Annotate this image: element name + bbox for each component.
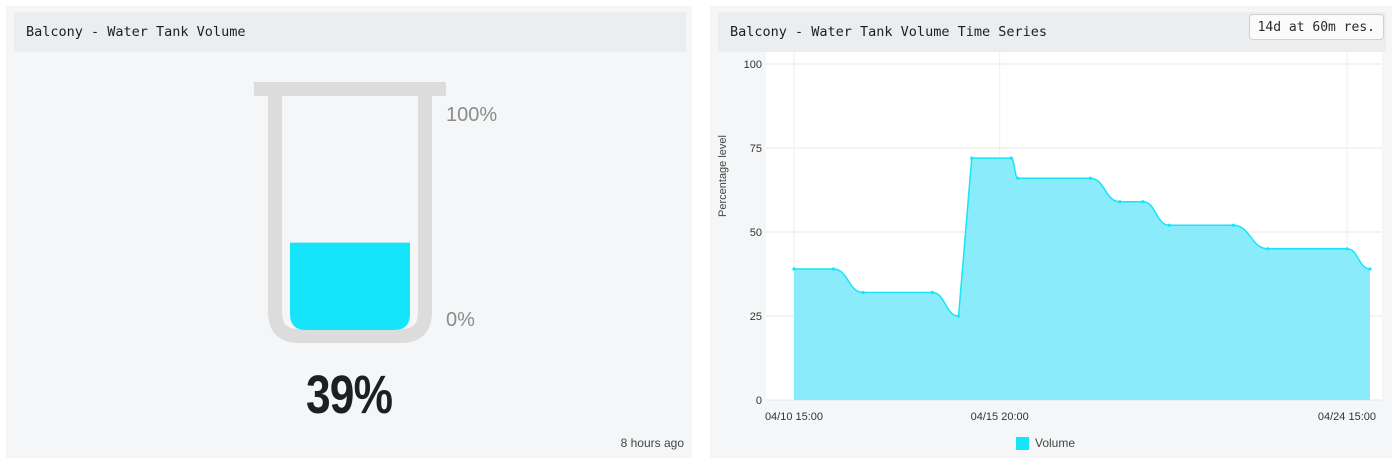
data-point [930,290,934,295]
data-point [1266,247,1270,251]
data-point [970,156,974,160]
data-point [1118,200,1122,204]
y-tick-label: 0 [756,395,762,407]
water-tank-time-series-panel: Balcony - Water Tank Volume Time Series … [710,6,1392,458]
water-tank-volume-panel: Balcony - Water Tank Volume 100% 0% 39% … [6,6,692,458]
y-tick-label: 25 [750,311,762,323]
time-series-chart: 0 25 50 75 100 04/10 15:00 04/15 20:00 04/24 15… [717,52,1382,423]
x-tick-label: 04/24 15:00 [1318,411,1376,423]
data-point [1231,223,1236,227]
data-point [1345,247,1349,251]
data-point [792,267,796,271]
data-point [1368,267,1372,271]
data-point [831,267,836,271]
data-point [1141,200,1145,204]
y-tick-label: 50 [750,227,762,239]
y-tick-label: 100 [744,59,762,71]
data-point [1009,156,1013,160]
data-point [956,314,961,318]
tank-gauge-fill [290,242,410,330]
legend-swatch [1016,436,1029,450]
data-point [1167,223,1171,227]
legend-label: Volume [1035,436,1076,450]
data-point [1016,176,1020,180]
last-updated-timestamp: 8 hours ago [620,436,684,450]
y-axis-title: Percentage level [717,135,729,217]
data-point [861,290,865,295]
x-tick-label: 04/15 20:00 [971,411,1029,423]
data-point [1088,176,1092,180]
chart-legend[interactable]: Volume [1016,436,1075,450]
gauge-max-label: 100% [446,104,498,126]
gauge-min-label: 0% [446,309,475,331]
tank-gauge-cap [254,82,446,96]
gauge-value: 39% [306,365,393,425]
y-tick-label: 75 [750,143,762,155]
x-tick-label: 04/10 15:00 [765,411,823,423]
